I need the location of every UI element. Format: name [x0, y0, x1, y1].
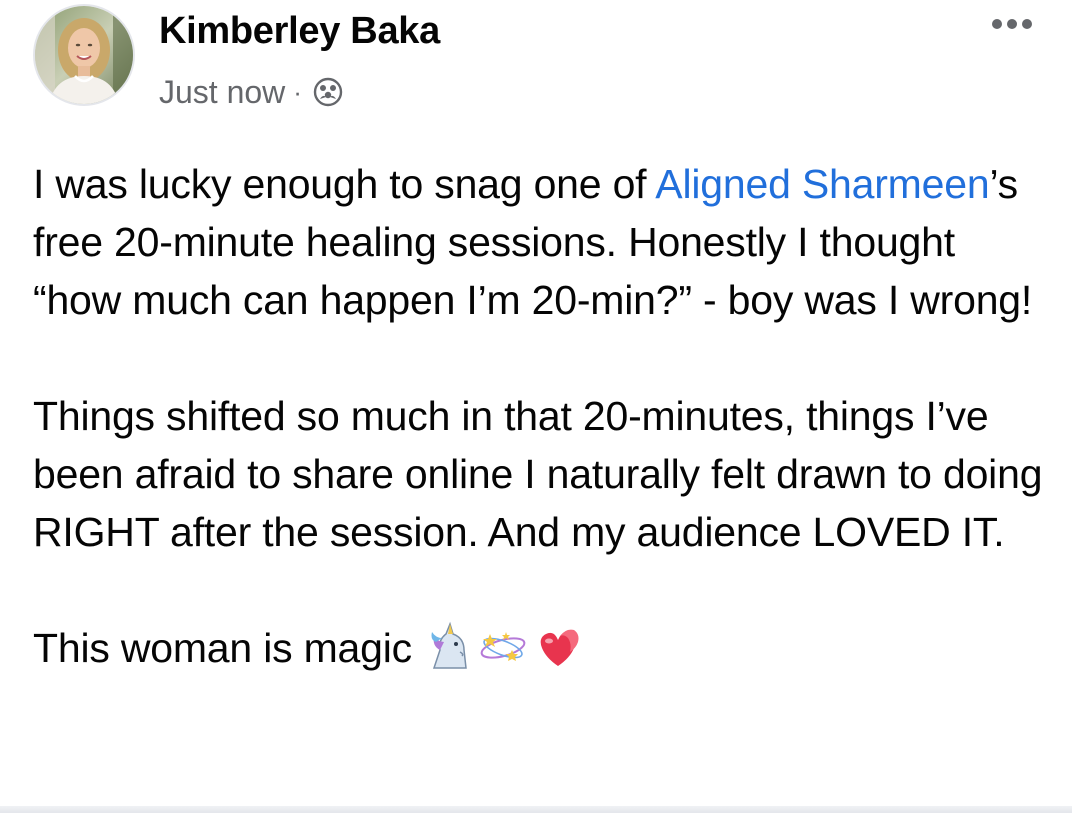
- facebook-post: Kimberley Baka Just now · I was lucky en…: [0, 0, 1072, 813]
- heart-emoji: [540, 629, 579, 667]
- mention-link[interactable]: Aligned Sharmeen: [655, 161, 989, 207]
- post-meta: Just now ·: [159, 70, 344, 114]
- dizzy-stars-emoji: [480, 632, 526, 662]
- post-body: I was lucky enough to snag one of Aligne…: [33, 155, 1043, 678]
- unicorn-emoji: [431, 621, 467, 669]
- avatar-photo: [35, 6, 133, 104]
- post-paragraph-2: Things shifted so much in that 20-minute…: [33, 393, 1043, 555]
- post-paragraph-3: This woman is magic: [33, 619, 1043, 678]
- paragraph-1-text-before: I was lucky enough to snag one of: [33, 161, 656, 207]
- author-avatar[interactable]: [33, 4, 135, 106]
- more-options-icon: [992, 19, 1032, 29]
- meta-separator: ·: [293, 76, 302, 107]
- post-bottom-divider: [0, 806, 1072, 813]
- paragraph-3-text: This woman is magic: [33, 625, 412, 671]
- more-options-button[interactable]: [980, 6, 1044, 42]
- author-name[interactable]: Kimberley Baka: [159, 10, 440, 53]
- post-paragraph-1: I was lucky enough to snag one of Aligne…: [33, 155, 1043, 329]
- post-timestamp[interactable]: Just now: [159, 74, 285, 111]
- emoji-group: [420, 620, 586, 674]
- friends-icon[interactable]: [312, 76, 344, 108]
